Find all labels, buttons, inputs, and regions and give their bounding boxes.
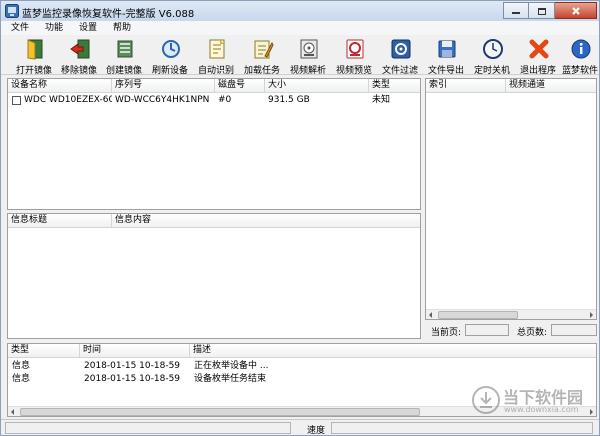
video-parse-icon [300, 39, 318, 59]
menu-help[interactable]: 帮助 [103, 21, 137, 35]
log-hscrollbar[interactable] [8, 406, 596, 416]
table-row[interactable]: WDC WD10EZEX-60... WD-WCC6Y4HK1NPN #0 93… [8, 94, 420, 107]
video-list: 索引 视频通道 [425, 78, 597, 320]
device-serial: WD-WCC6Y4HK1NPN [115, 95, 210, 105]
close-icon [571, 6, 580, 15]
menu-settings[interactable]: 设置 [69, 21, 103, 35]
app-icon [5, 4, 19, 18]
minimize-icon [512, 11, 520, 14]
remove-image-button[interactable]: 移除镜像 [56, 37, 102, 76]
file-export-button[interactable]: 文件导出 [423, 37, 469, 76]
timer-shutdown-button[interactable]: 定时关机 [469, 37, 515, 76]
video-list-hscrollbar[interactable] [426, 309, 596, 319]
column-type[interactable]: 类型 [369, 79, 420, 93]
status-progress [5, 422, 291, 434]
device-name: WDC WD10EZEX-60... [24, 95, 112, 105]
maximize-button[interactable] [529, 2, 555, 19]
create-image-icon [117, 40, 133, 58]
chevron-left-icon [429, 312, 432, 318]
file-filter-icon [391, 39, 411, 59]
video-parse-button[interactable]: 视频解析 [285, 37, 331, 76]
column-log-type[interactable]: 类型 [8, 344, 80, 358]
chevron-right-icon [590, 409, 593, 415]
speed-label: 速度 [307, 426, 326, 436]
load-task-icon [254, 40, 274, 59]
close-button[interactable] [555, 2, 597, 19]
video-preview-button[interactable]: 视频预览 [331, 37, 377, 76]
column-device-name[interactable]: 设备名称 [8, 79, 112, 93]
column-video-channel[interactable]: 视频通道 [506, 79, 596, 93]
scroll-left-arrow[interactable] [8, 407, 18, 416]
chevron-left-icon [11, 409, 14, 415]
app-window: 蓝梦监控录像恢复软件-完整版 V6.088 文件 功能 设置 帮助 打开镜像 移… [0, 0, 600, 436]
window-controls [503, 2, 597, 19]
column-index[interactable]: 索引 [426, 79, 506, 93]
create-image-button[interactable]: 创建镜像 [101, 37, 147, 76]
scroll-thumb[interactable] [438, 311, 518, 319]
info-icon [571, 39, 591, 59]
device-disk: #0 [218, 95, 232, 105]
log-panel: 类型 时间 描述 信息 2018-01-15 10-18-59 正在枚举设备中 … [7, 343, 597, 417]
table-row[interactable]: 信息 2018-01-15 10-18-59 设备枚举任务结束 [8, 373, 596, 386]
auto-detect-icon [209, 39, 225, 59]
exit-icon [529, 39, 549, 59]
menu-bar: 文件 功能 设置 帮助 [1, 21, 599, 35]
device-list: 设备名称 序列号 磁盘号 大小 类型 WDC WD10EZEX-60... WD… [7, 78, 421, 210]
log-desc: 设备枚举任务结束 [194, 374, 267, 384]
minimize-button[interactable] [503, 2, 529, 19]
log-desc: 正在枚举设备中 ... [194, 361, 269, 371]
open-image-icon [27, 39, 43, 60]
file-filter-button[interactable]: 文件过滤 [377, 37, 423, 76]
remove-image-icon [70, 39, 90, 59]
device-type: 未知 [372, 95, 391, 105]
title-bar[interactable]: 蓝梦监控录像恢复软件-完整版 V6.088 [1, 1, 599, 21]
current-page-field[interactable] [465, 324, 509, 336]
log-type: 信息 [12, 361, 31, 371]
file-export-icon [438, 40, 456, 58]
column-info-title[interactable]: 信息标题 [8, 214, 112, 228]
total-pages-field[interactable] [551, 324, 597, 336]
scroll-thumb[interactable] [20, 408, 420, 416]
info-header: 信息标题 信息内容 [8, 214, 420, 228]
load-task-button[interactable]: 加载任务 [239, 37, 285, 76]
scroll-right-arrow[interactable] [586, 407, 596, 416]
device-size: 931.5 GB [268, 95, 310, 105]
column-log-desc[interactable]: 描述 [190, 344, 596, 358]
total-pages-label: 总页数: [517, 328, 548, 338]
about-button[interactable]: 蓝梦软件 [557, 37, 600, 76]
status-bar: 速度 [1, 419, 599, 436]
menu-function[interactable]: 功能 [35, 21, 69, 35]
current-page-label: 当前页: [431, 328, 462, 338]
status-speed-field [331, 422, 593, 434]
timer-shutdown-icon [483, 39, 503, 59]
column-serial[interactable]: 序列号 [112, 79, 215, 93]
device-checkbox[interactable] [12, 96, 21, 105]
auto-detect-button[interactable]: 自动识别 [193, 37, 239, 76]
scroll-right-arrow[interactable] [586, 310, 596, 319]
window-title: 蓝梦监控录像恢复软件-完整版 V6.088 [22, 9, 195, 20]
refresh-device-icon [162, 40, 180, 58]
table-row[interactable]: 信息 2018-01-15 10-18-59 正在枚举设备中 ... [8, 360, 596, 373]
column-disk[interactable]: 磁盘号 [215, 79, 265, 93]
menu-file[interactable]: 文件 [1, 21, 35, 35]
info-panel: 信息标题 信息内容 [7, 213, 421, 339]
log-type: 信息 [12, 374, 31, 384]
scroll-left-arrow[interactable] [426, 310, 436, 319]
device-list-header: 设备名称 序列号 磁盘号 大小 类型 [8, 79, 420, 93]
video-list-header: 索引 视频通道 [426, 79, 596, 93]
column-log-time[interactable]: 时间 [80, 344, 190, 358]
log-header: 类型 时间 描述 [8, 344, 596, 358]
refresh-device-button[interactable]: 刷新设备 [147, 37, 193, 76]
open-image-button[interactable]: 打开镜像 [11, 37, 57, 76]
log-time: 2018-01-15 10-18-59 [84, 374, 181, 384]
column-info-content[interactable]: 信息内容 [112, 214, 420, 228]
chevron-right-icon [590, 312, 593, 318]
toolbar: 打开镜像 移除镜像 创建镜像 刷新设备 自动识别 加载任务 视频解析 视频预览 … [1, 35, 600, 76]
column-size[interactable]: 大小 [265, 79, 369, 93]
restore-icon [537, 7, 546, 15]
video-preview-icon [346, 39, 364, 59]
log-time: 2018-01-15 10-18-59 [84, 361, 181, 371]
about-label: 蓝梦软件 [561, 66, 598, 76]
